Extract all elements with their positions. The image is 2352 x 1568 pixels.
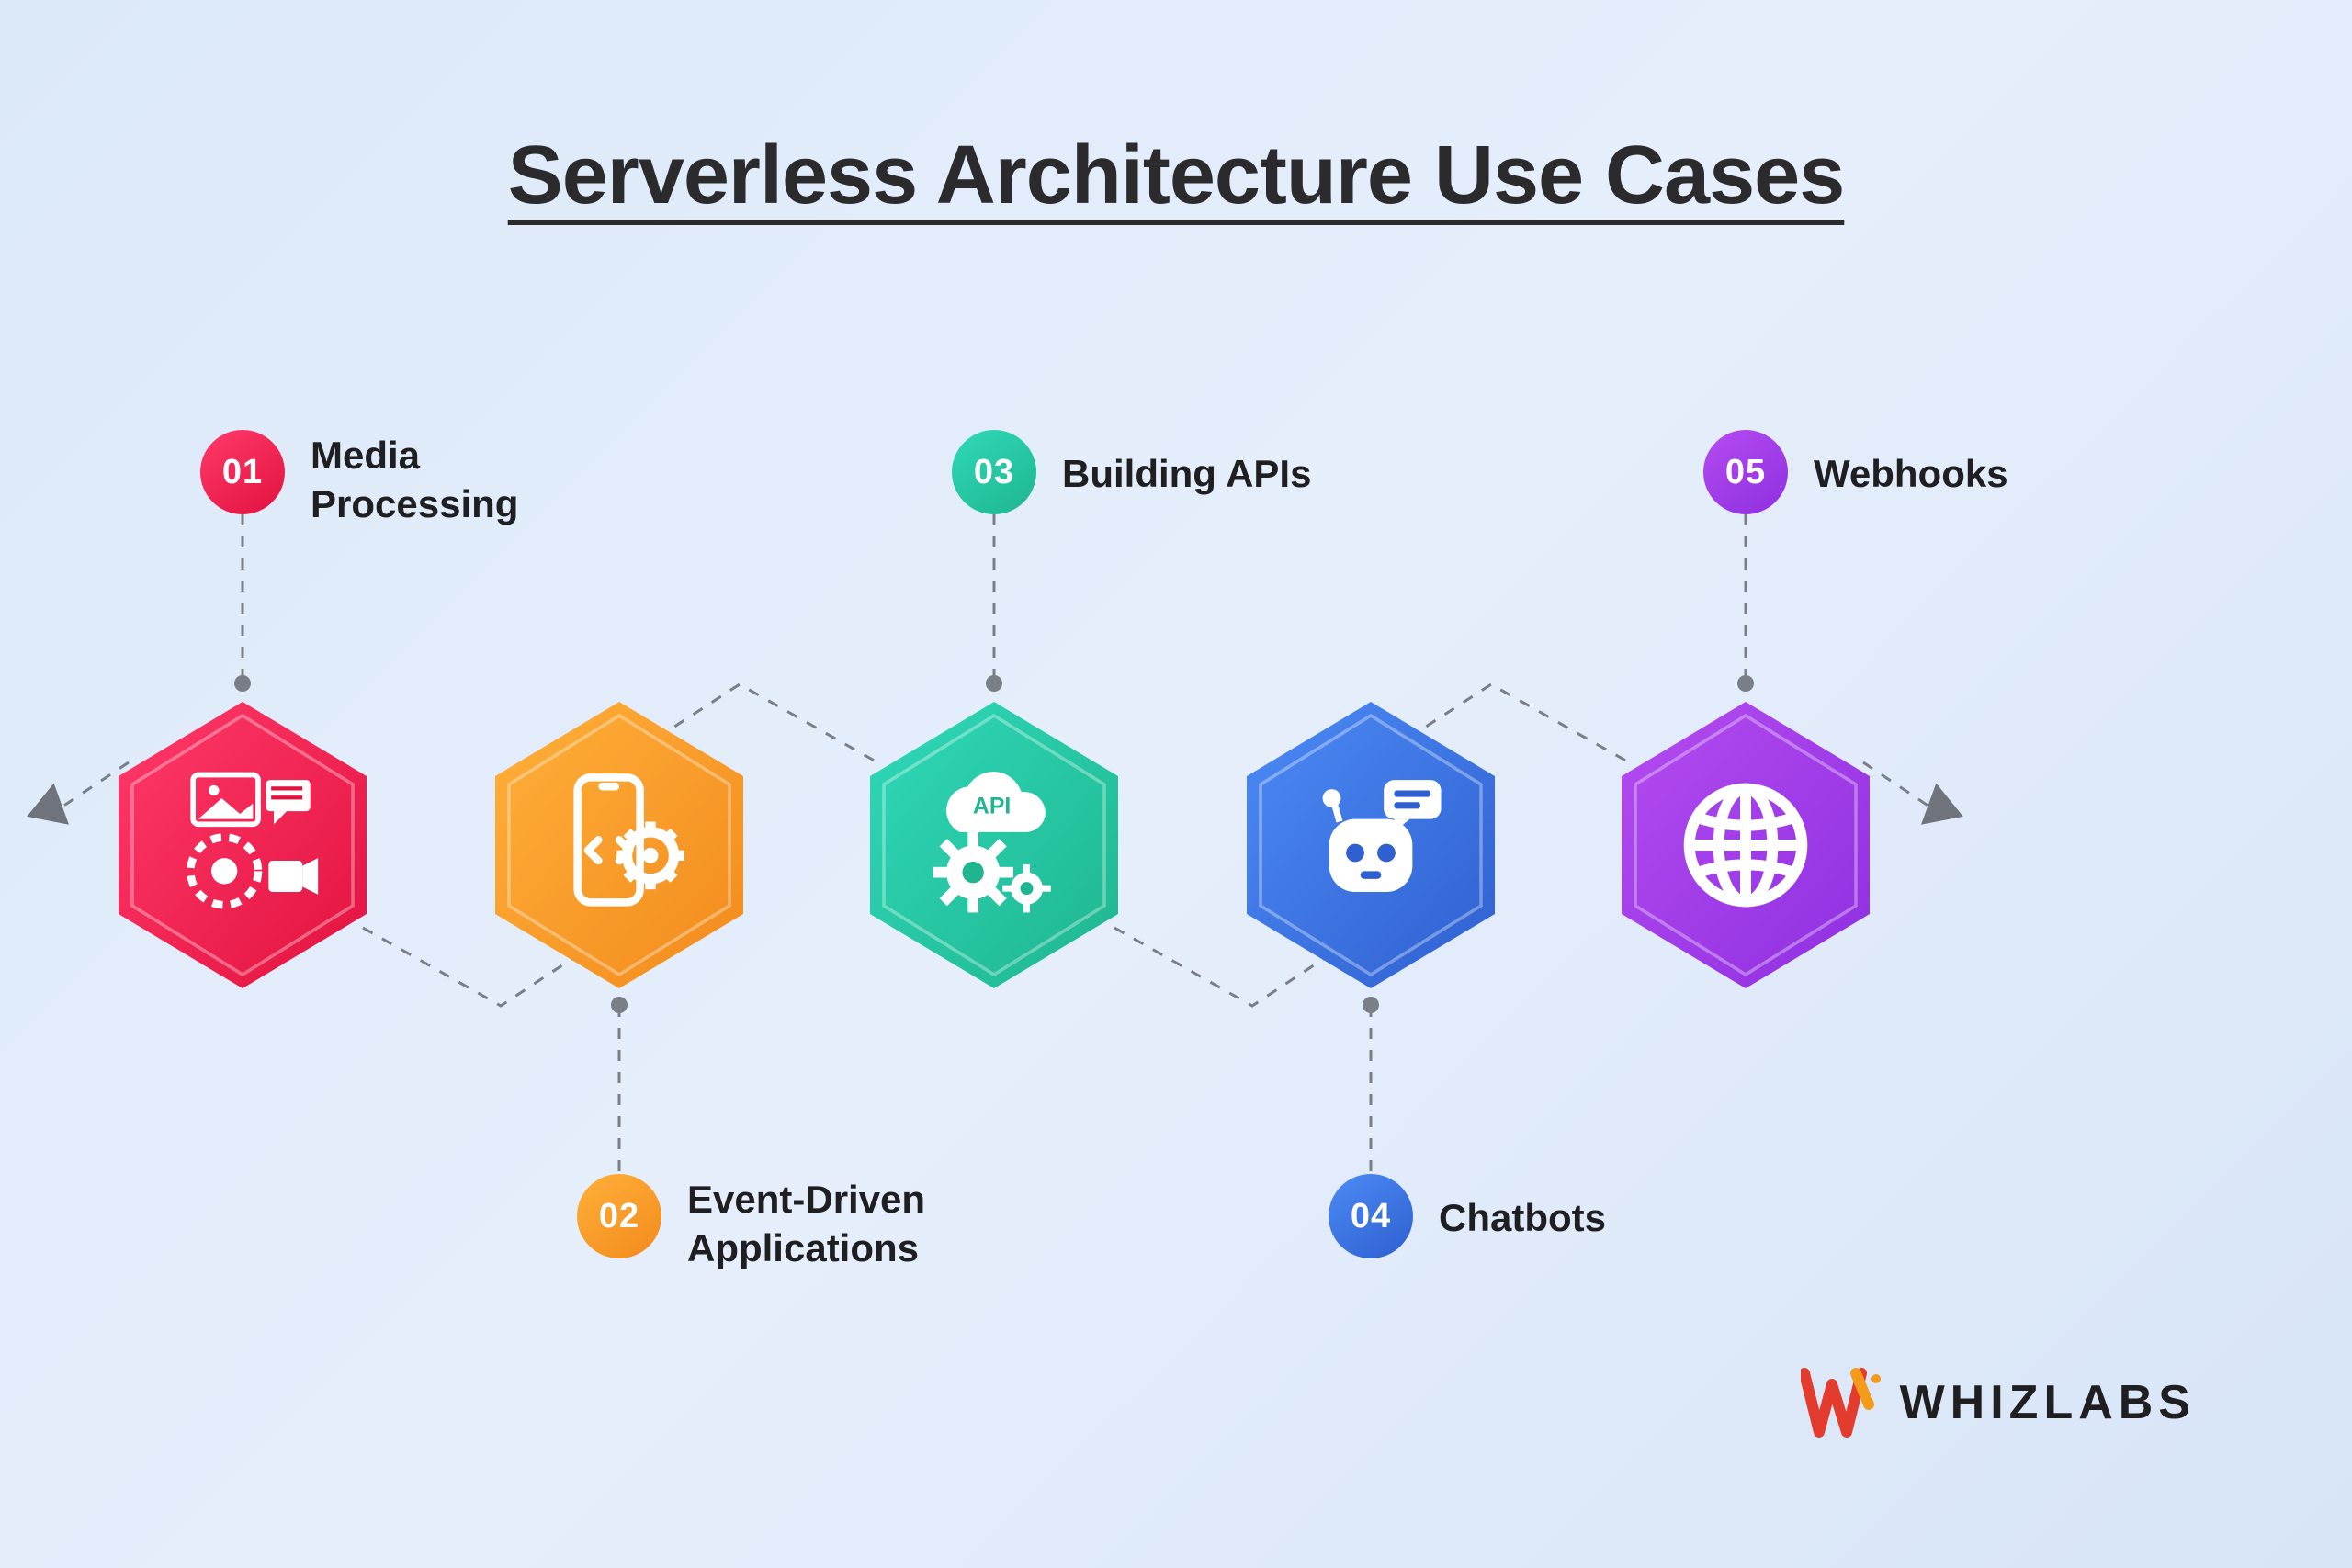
whizlabs-mark-icon — [1801, 1366, 1883, 1439]
hex-card-2 — [481, 689, 757, 1001]
step-label-5: Webhooks — [1814, 450, 2008, 499]
hex-card-3: API — [856, 689, 1132, 1001]
step-badge-4: 04 — [1329, 1174, 1413, 1258]
step-badge-3: 03 — [952, 430, 1036, 514]
brand-logo: WHIZLABS — [1801, 1366, 2196, 1439]
chatbot-icon — [1288, 762, 1453, 928]
globe-icon — [1663, 762, 1828, 928]
step-badge-2: 02 — [577, 1174, 662, 1258]
step-badge-1: 01 — [200, 430, 285, 514]
step-number: 01 — [222, 453, 263, 492]
arrow-left-icon — [19, 784, 69, 838]
step-number: 02 — [599, 1197, 639, 1236]
step-number: 05 — [1725, 453, 1766, 492]
svg-text:API: API — [972, 794, 1010, 818]
media-processing-icon — [160, 762, 325, 928]
step-label-3: Building APIs — [1062, 450, 1311, 499]
step-number: 04 — [1351, 1197, 1391, 1236]
hex-card-5 — [1608, 689, 1883, 1001]
step-number: 03 — [974, 453, 1014, 492]
step-badge-5: 05 — [1703, 430, 1788, 514]
api-cloud-icon: API — [911, 762, 1077, 928]
event-driven-app-icon — [537, 762, 702, 928]
hex-card-1 — [105, 689, 380, 1001]
diagram-title: Serverless Architecture Use Cases — [508, 129, 1845, 223]
arrow-right-icon — [1921, 784, 1971, 838]
hex-card-4 — [1233, 689, 1509, 1001]
step-label-2: Event-DrivenApplications — [687, 1176, 925, 1272]
step-label-1: MediaProcessing — [311, 432, 518, 528]
brand-name: WHIZLABS — [1900, 1375, 2196, 1430]
step-label-4: Chatbots — [1439, 1194, 1606, 1243]
